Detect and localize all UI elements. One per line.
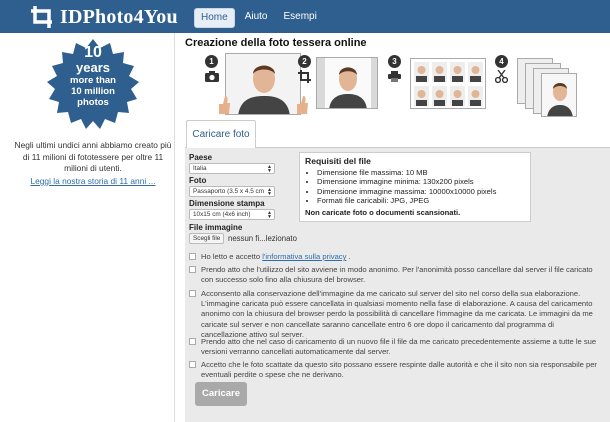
choose-file-button[interactable]: Scegli file: [189, 233, 225, 244]
logo-text: IDPhoto4You: [60, 5, 178, 28]
step-1: 1: [191, 53, 308, 117]
camera-icon: [205, 71, 219, 82]
new-file-consent: Prendo atto che nel caso di caricamento …: [189, 337, 601, 357]
badge-more: more than: [70, 75, 116, 86]
new-file-checkbox[interactable]: [189, 338, 196, 345]
upload-panel: Paese Italia ▲ ▼ Foto Passaporto (3.5 x 4…: [185, 147, 610, 422]
step-3: 3: [386, 53, 486, 117]
step-4: 4: [493, 53, 593, 117]
requirement-item: Dimensione immagine massima: 10000x10000…: [317, 187, 525, 196]
anonymous-checkbox[interactable]: [189, 266, 196, 273]
cropped-photo: [316, 57, 378, 109]
file-name: nessun fi...lezionato: [228, 234, 297, 243]
privacy-text: Ho letto e accetto: [201, 252, 263, 261]
badge-number: 10: [84, 44, 102, 61]
privacy-consent: Ho letto e accetto l'informativa sulla p…: [189, 252, 601, 262]
requirement-item: Dimensione immagine minima: 130x200 pixe…: [317, 177, 525, 186]
badge-years: years: [76, 60, 110, 75]
requirements-box: Requisiti del file Dimensione file massi…: [299, 152, 531, 222]
requirement-item: Formati file caricabili: JPG, JPEG: [317, 196, 525, 205]
select-arrows-icon: ▲ ▼: [267, 164, 272, 174]
badge-text: 10 years more than 10 million photos: [47, 43, 139, 109]
anonymous-consent: Prendo atto che l'utilizzo del sito avvi…: [189, 265, 601, 285]
page-title: Creazione della foto tessera online: [185, 37, 367, 49]
photo-stack-front: [541, 73, 577, 117]
requirements-title: Requisiti del file: [305, 156, 371, 166]
nav-home[interactable]: Home: [194, 8, 235, 28]
photo-type-value: Passaporto (3.5 x 4.5 cm: [193, 188, 265, 195]
badge-photos: photos: [77, 97, 109, 108]
requirements-list: Dimensione file massima: 10 MB Dimension…: [305, 168, 525, 205]
country-select[interactable]: Italia ▲ ▼: [189, 163, 275, 174]
country-value: Italia: [193, 165, 207, 172]
requirements-note: Non caricate foto o documenti scansionat…: [305, 208, 461, 218]
liability-text: Accetto che le foto scattate da questo s…: [201, 360, 597, 380]
nav-esempi[interactable]: Esempi: [277, 8, 322, 28]
sidebar-text: Negli ultimi undici anni abbiamo creato …: [14, 140, 172, 173]
print-size-label: Dimensione stampa: [189, 199, 265, 208]
photo-type-select[interactable]: Passaporto (3.5 x 4.5 cm ▲ ▼: [189, 186, 275, 197]
storage-text: Acconsento alla conservazione dell'immag…: [201, 289, 593, 339]
privacy-link[interactable]: l'informativa sulla privacy: [262, 252, 346, 261]
portrait-photo: [225, 53, 301, 115]
select-arrows-icon: ▲ ▼: [267, 210, 272, 220]
print-size-select[interactable]: 10x15 cm (4x6 inch) ▲ ▼: [189, 209, 275, 220]
select-arrows-icon: ▲ ▼: [267, 187, 272, 197]
sidebar: 10 years more than 10 million photos Neg…: [10, 33, 175, 422]
privacy-text-end: .: [346, 252, 351, 261]
thumbs-up-icon: [219, 96, 230, 114]
file-label: File immagine: [189, 223, 243, 232]
main-nav: Home Aiuto Esempi: [194, 8, 323, 28]
photo-label: Foto: [189, 176, 207, 185]
printer-icon: [388, 71, 401, 82]
step-number: 3: [388, 55, 401, 68]
print-size-value: 10x15 cm (4x6 inch): [193, 211, 251, 218]
crop-icon: [298, 70, 311, 83]
step-number: 1: [205, 55, 218, 68]
top-bar: IDPhoto4You Home Aiuto Esempi: [0, 0, 610, 33]
requirement-item: Dimensione file massima: 10 MB: [317, 168, 525, 177]
anonymous-text: Prendo atto che l'utilizzo del sito avvi…: [201, 265, 593, 285]
tab-upload-photo[interactable]: Caricare foto: [186, 120, 256, 148]
step-2: 2: [298, 53, 378, 117]
liability-consent: Accetto che le foto scattate da questo s…: [189, 360, 601, 380]
print-sheet: [410, 58, 486, 109]
nav-aiuto[interactable]: Aiuto: [239, 8, 274, 28]
scissors-icon: [495, 70, 508, 83]
liability-checkbox[interactable]: [189, 361, 196, 368]
step-number: 4: [495, 55, 508, 68]
storage-checkbox[interactable]: [189, 290, 196, 297]
country-label: Paese: [189, 153, 213, 162]
history-link[interactable]: Leggi la nostra storia di 11 anni ...: [12, 176, 174, 186]
badge-million: 10 million: [71, 86, 115, 97]
main-content: Creazione della foto tessera online 1 2: [185, 33, 610, 422]
crop-logo-icon: [30, 5, 56, 29]
privacy-checkbox[interactable]: [189, 253, 196, 260]
logo[interactable]: IDPhoto4You: [30, 4, 178, 30]
storage-consent: Acconsento alla conservazione dell'immag…: [189, 289, 601, 340]
step-number: 2: [298, 55, 311, 68]
upload-button[interactable]: Caricare: [195, 382, 247, 406]
new-file-text: Prendo atto che nel caso di caricamento …: [201, 337, 597, 357]
